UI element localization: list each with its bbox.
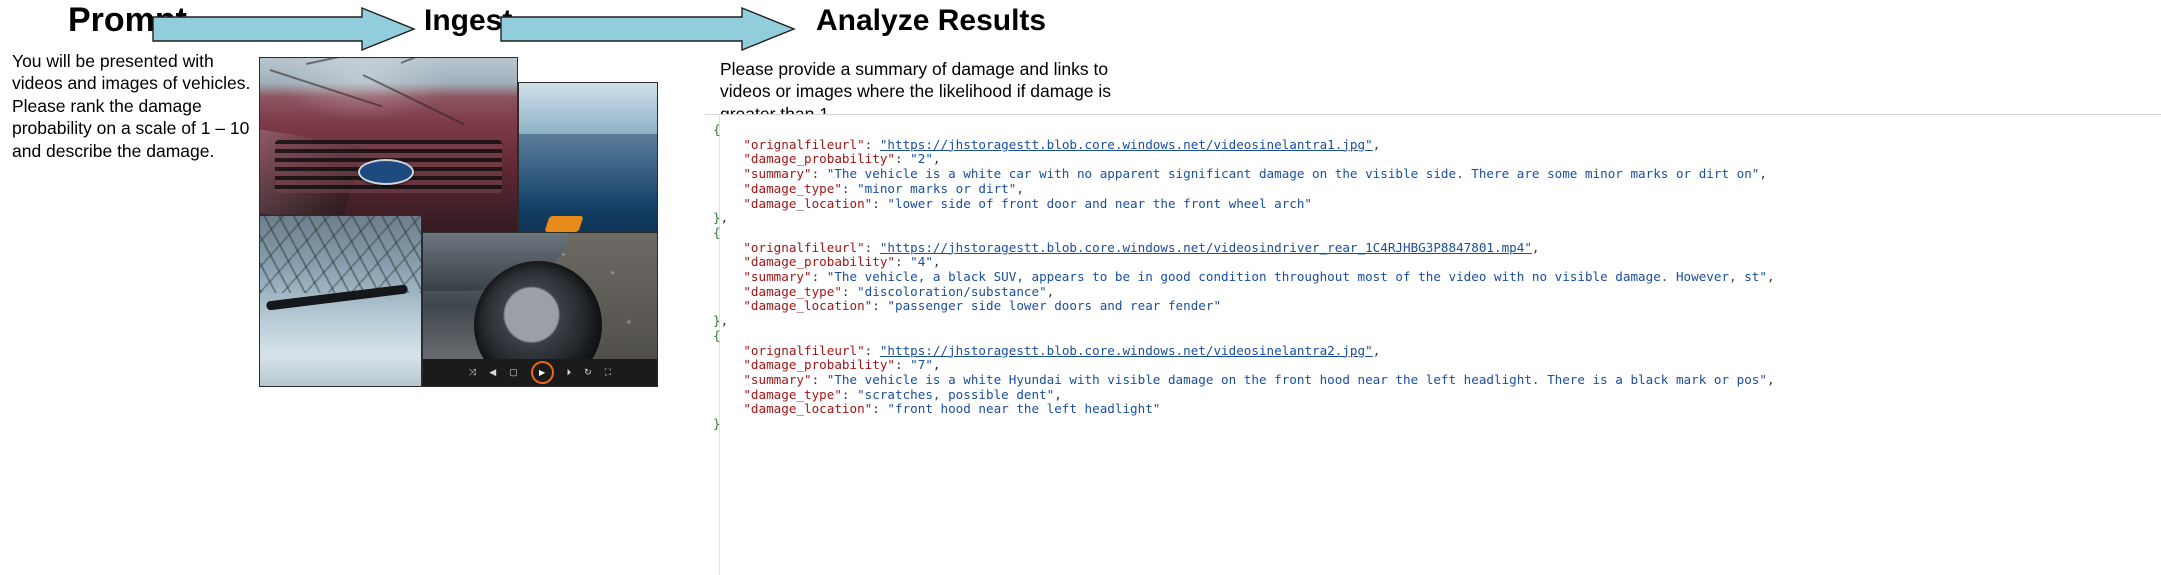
foliage-reflection [260, 216, 421, 293]
media-collage: ⤨ ◀ ▢ ▶ ⏵ ↻ ⛶ [259, 57, 658, 387]
body-sheen [519, 133, 657, 213]
prompt-description-text: You will be presented with videos and im… [12, 51, 251, 161]
front-damage-photo[interactable] [259, 57, 518, 237]
stop-icon[interactable]: ▢ [509, 368, 518, 377]
shuffle-icon[interactable]: ⤨ [469, 368, 476, 377]
flow-arrow-ingest-to-analyze [500, 6, 796, 52]
tree-branch-reflection [400, 58, 483, 64]
previous-icon[interactable]: ◀ [489, 368, 496, 377]
json-results-code: { "orignalfileurl": "https://jhstoragest… [713, 122, 1775, 432]
video-player-controls[interactable]: ⤨ ◀ ▢ ▶ ⏵ ↻ ⛶ [423, 359, 657, 386]
process-flow-header: Prompt Ingest Analyze Results [0, 0, 2161, 58]
fullscreen-icon[interactable]: ⛶ [605, 368, 611, 377]
tree-branch-reflection [306, 58, 402, 66]
turn-signal-lens [543, 216, 584, 233]
repeat-icon[interactable]: ↻ [584, 368, 592, 377]
sky-region [519, 83, 657, 134]
wheel-video-frame[interactable]: ⤨ ◀ ▢ ▶ ⏵ ↻ ⛶ [422, 232, 658, 387]
json-results-panel[interactable]: { "orignalfileurl": "https://jhstoragest… [705, 114, 2161, 575]
tree-branch-reflection [362, 74, 465, 126]
next-icon[interactable]: ⏵ [567, 368, 572, 377]
stage-label-analyze-results: Analyze Results [816, 4, 1047, 37]
flow-arrow-prompt-to-ingest [152, 6, 416, 52]
windshield-photo[interactable] [259, 215, 422, 387]
play-icon[interactable]: ▶ [530, 361, 554, 384]
